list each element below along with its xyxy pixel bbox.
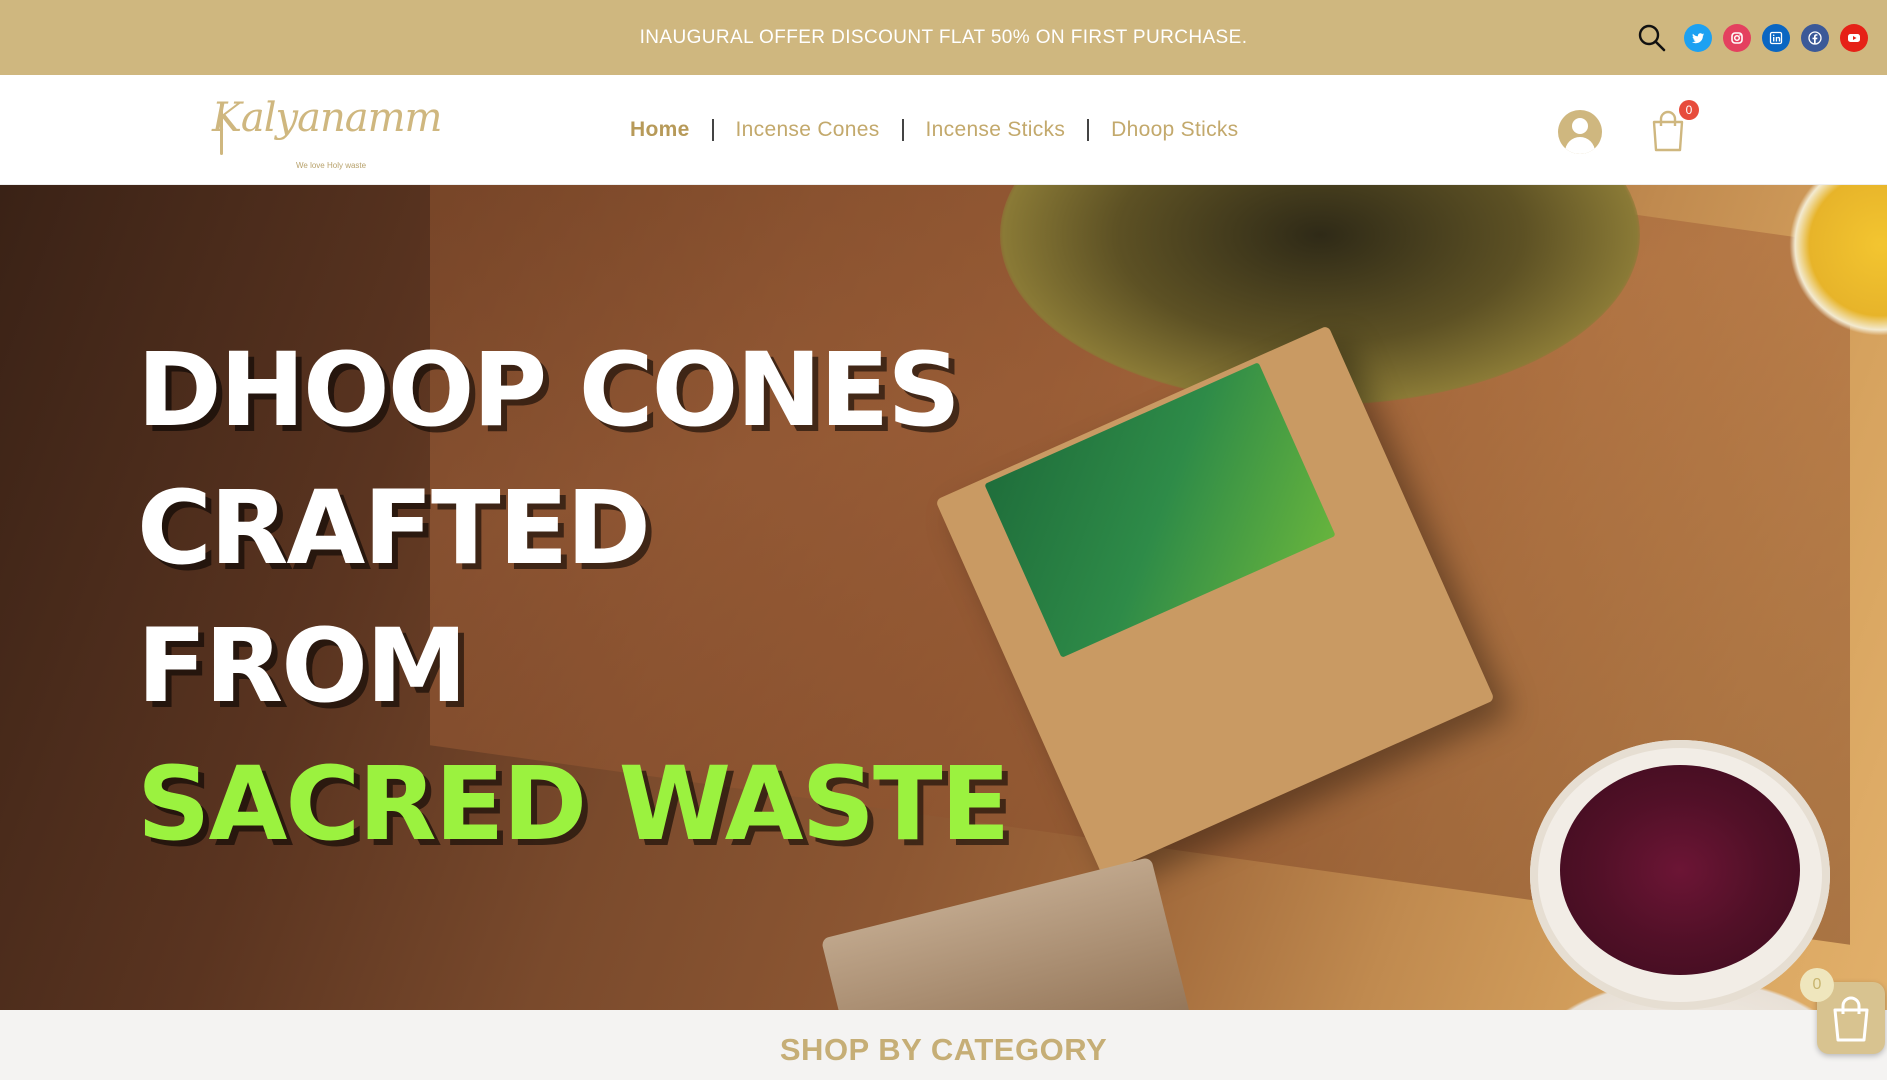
- facebook-icon[interactable]: [1801, 24, 1829, 52]
- search-icon[interactable]: [1637, 23, 1667, 53]
- account-body-shape: [1565, 137, 1595, 154]
- nav-item-dhoop-sticks[interactable]: Dhoop Sticks: [1111, 118, 1238, 142]
- account-icon[interactable]: [1558, 110, 1602, 154]
- hero-cone-tray: [820, 856, 1200, 1010]
- linkedin-icon[interactable]: [1762, 24, 1790, 52]
- nav-item-incense-cones[interactable]: Incense Cones: [736, 118, 880, 142]
- primary-nav: Home Incense Cones Incense Sticks Dhoop …: [630, 75, 1238, 185]
- hero-petals: [1560, 765, 1800, 975]
- hero-headline-line-4: SACRED WASTE: [137, 745, 1010, 864]
- nav-divider: [1087, 119, 1090, 141]
- cart-count-badge: 0: [1679, 100, 1699, 120]
- site-logo[interactable]: Kalyanamm We love Holy waste: [212, 95, 442, 170]
- shop-by-category-section: SHOP BY CATEGORY: [0, 1010, 1887, 1080]
- twitter-icon[interactable]: [1684, 24, 1712, 52]
- hero-headline-line-2: CRAFTED: [137, 469, 651, 588]
- hero-headline-line-1: DHOOP CONES: [137, 331, 961, 450]
- floating-cart-count: 0: [1800, 968, 1834, 1002]
- nav-divider: [711, 119, 714, 141]
- account-head-shape: [1572, 118, 1588, 134]
- logo-tagline: We love Holy waste: [296, 161, 367, 170]
- instagram-icon[interactable]: [1723, 24, 1751, 52]
- logo-wordmark: Kalyanamm: [212, 95, 442, 141]
- nav-item-home[interactable]: Home: [630, 118, 690, 142]
- hero-banner: [0, 185, 1887, 1010]
- nav-item-incense-sticks[interactable]: Incense Sticks: [926, 118, 1066, 142]
- nav-divider: [901, 119, 904, 141]
- section-title: SHOP BY CATEGORY: [779, 1032, 1108, 1067]
- main-header: Kalyanamm We love Holy waste Home Incens…: [0, 75, 1887, 185]
- announcement-bar: INAUGURAL OFFER DISCOUNT FLAT 50% ON FIR…: [0, 0, 1887, 75]
- offer-text: INAUGURAL OFFER DISCOUNT FLAT 50% ON FIR…: [639, 26, 1248, 48]
- hero-headline-line-3: FROM: [137, 607, 467, 726]
- youtube-icon[interactable]: [1840, 24, 1868, 52]
